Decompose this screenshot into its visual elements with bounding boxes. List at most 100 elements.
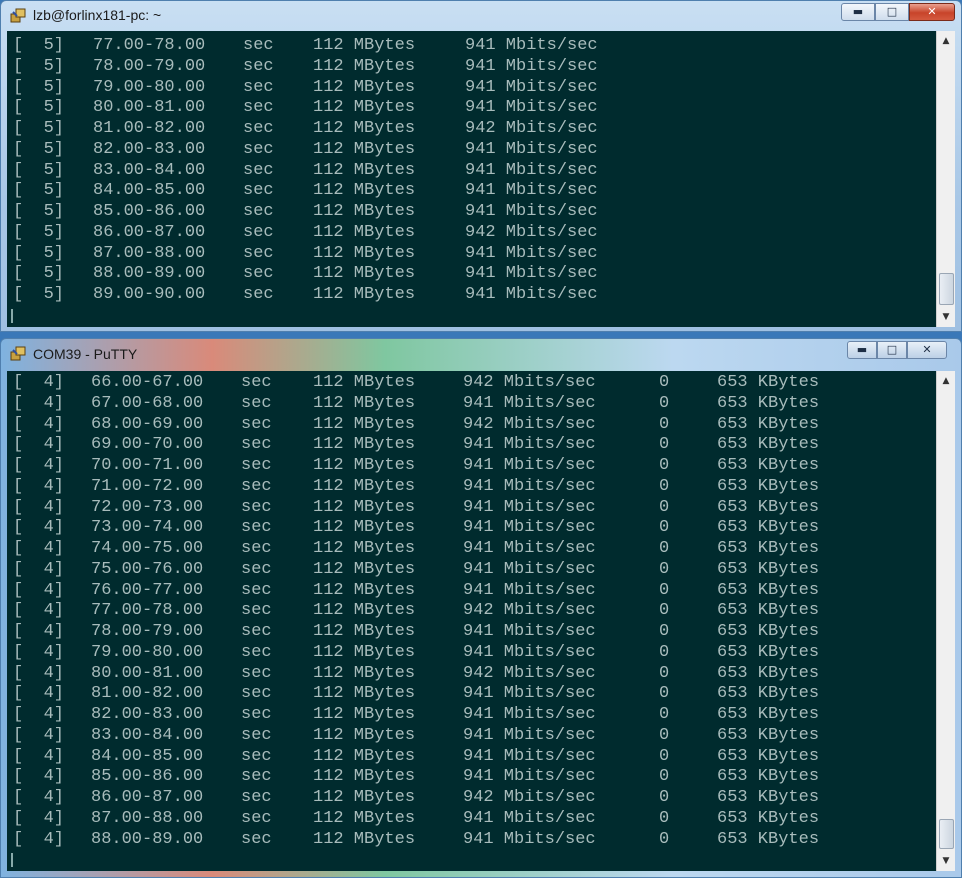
terminal-line: [ 5] 82.00-83.00 sec 112 MBytes 941 Mbits/se… [7, 140, 937, 161]
row-id: [ 5] [13, 139, 65, 159]
row-interval: 79.00-80.00 [93, 77, 206, 97]
row-cwnd: 653 KBytes [717, 497, 820, 517]
row-interval: 80.00-81.00 [93, 98, 206, 118]
row-bandwidth: 941 Mbits/sec [463, 393, 596, 413]
row-bandwidth: 942 Mbits/sec [463, 601, 596, 621]
terminal-output[interactable]: [ 4] 66.00-67.00 sec 112 MBytes 942 Mbits/se… [7, 371, 937, 871]
row-unit: sec [243, 264, 274, 284]
row-bandwidth: 941 Mbits/sec [465, 36, 598, 55]
row-transfer: 112 MBytes [313, 77, 416, 97]
terminal-window-lzb: lzb@forlinx181-pc: ~ ▬ □ ✕ [ 5] 77.00-78.… [0, 0, 962, 332]
cursor [11, 853, 13, 867]
row-id: [ 4] [13, 663, 65, 683]
row-transfer: 112 MBytes [313, 622, 416, 641]
row-bandwidth: 941 Mbits/sec [463, 456, 596, 475]
terminal-line: [ 4] 69.00-70.00 sec 112 MBytes 941 Mbits/se… [7, 435, 937, 456]
terminal-line: [ 4] 82.00-83.00 sec 112 MBytes 941 Mbits/se… [7, 705, 937, 726]
row-cwnd: 653 KBytes [717, 725, 820, 745]
row-interval: 75.00-76.00 [91, 559, 204, 579]
row-id: [ 4] [13, 808, 65, 828]
output-lines: [ 5] 77.00-78.00 sec 112 MBytes 941 Mbits/se… [7, 31, 937, 306]
row-transfer: 112 MBytes [313, 56, 416, 76]
title-bar[interactable]: lzb@forlinx181-pc: ~ ▬ □ ✕ [1, 1, 961, 31]
row-transfer: 112 MBytes [313, 476, 416, 496]
row-bandwidth: 941 Mbits/sec [463, 518, 596, 538]
row-transfer: 112 MBytes [313, 808, 416, 828]
row-interval: 67.00-68.00 [91, 393, 204, 413]
row-retr: 0 [659, 518, 670, 538]
row-bandwidth: 941 Mbits/sec [463, 622, 596, 641]
row-interval: 78.00-79.00 [93, 56, 206, 76]
row-id: [ 4] [13, 725, 65, 745]
row-retr: 0 [659, 788, 670, 807]
terminal-line: [ 4] 81.00-82.00 sec 112 MBytes 941 Mbits/se… [7, 684, 937, 705]
cursor [11, 309, 13, 323]
row-transfer: 112 MBytes [313, 393, 416, 413]
row-retr: 0 [659, 580, 670, 600]
vertical-scrollbar[interactable]: ▲ ▼ [936, 371, 955, 871]
row-id: [ 5] [13, 36, 65, 55]
row-interval: 74.00-75.00 [91, 539, 204, 558]
row-unit: sec [241, 476, 272, 496]
row-retr: 0 [659, 476, 670, 496]
row-id: [ 5] [13, 77, 65, 97]
close-button[interactable]: ✕ [909, 3, 955, 21]
title-bar[interactable]: COM39 - PuTTY ▬ □ ✕ [1, 339, 961, 369]
terminal-line: [ 4] 76.00-77.00 sec 112 MBytes 941 Mbits/se… [7, 581, 937, 602]
row-interval: 77.00-78.00 [91, 601, 204, 621]
terminal-line: [ 5] 77.00-78.00 sec 112 MBytes 941 Mbits/se… [7, 36, 937, 57]
terminal-line: [ 5] 87.00-88.00 sec 112 MBytes 941 Mbits/se… [7, 244, 937, 265]
terminal-output[interactable]: [ 5] 77.00-78.00 sec 112 MBytes 941 Mbits/se… [7, 31, 937, 327]
terminal-line: [ 5] 78.00-79.00 sec 112 MBytes 941 Mbits/se… [7, 57, 937, 78]
row-retr: 0 [659, 622, 670, 641]
row-bandwidth: 941 Mbits/sec [463, 559, 596, 579]
row-cwnd: 653 KBytes [717, 829, 820, 849]
scroll-up-arrow-icon[interactable]: ▲ [937, 373, 955, 389]
row-unit: sec [241, 725, 272, 745]
row-id: [ 4] [13, 497, 65, 517]
row-transfer: 112 MBytes [313, 746, 416, 766]
row-interval: 84.00-85.00 [93, 181, 206, 201]
row-bandwidth: 941 Mbits/sec [465, 243, 598, 263]
scroll-up-arrow-icon[interactable]: ▲ [937, 33, 955, 49]
row-interval: 66.00-67.00 [91, 373, 204, 392]
row-cwnd: 653 KBytes [717, 414, 820, 434]
row-interval: 81.00-82.00 [91, 684, 204, 704]
output-lines: [ 4] 66.00-67.00 sec 112 MBytes 942 Mbits/se… [7, 371, 937, 850]
maximize-button[interactable]: □ [875, 3, 909, 21]
row-unit: sec [241, 580, 272, 600]
row-bandwidth: 942 Mbits/sec [465, 119, 598, 138]
row-id: [ 4] [13, 435, 65, 455]
scroll-thumb[interactable] [939, 273, 954, 305]
row-transfer: 112 MBytes [313, 139, 416, 159]
row-bandwidth: 941 Mbits/sec [463, 808, 596, 828]
row-interval: 83.00-84.00 [91, 725, 204, 745]
row-transfer: 112 MBytes [313, 601, 416, 621]
row-bandwidth: 941 Mbits/sec [463, 746, 596, 766]
row-id: [ 4] [13, 373, 65, 392]
terminal-line: [ 4] 86.00-87.00 sec 112 MBytes 942 Mbits/se… [7, 788, 937, 809]
row-bandwidth: 942 Mbits/sec [463, 373, 596, 392]
scroll-down-arrow-icon[interactable]: ▼ [937, 309, 955, 325]
minimize-button[interactable]: ▬ [841, 3, 875, 21]
scroll-thumb[interactable] [939, 819, 954, 849]
row-retr: 0 [659, 808, 670, 828]
row-id: [ 4] [13, 684, 65, 704]
row-unit: sec [243, 160, 274, 180]
row-bandwidth: 941 Mbits/sec [463, 580, 596, 600]
minimize-button[interactable]: ▬ [847, 341, 877, 359]
scroll-down-arrow-icon[interactable]: ▼ [937, 853, 955, 869]
row-unit: sec [241, 746, 272, 766]
row-retr: 0 [659, 601, 670, 621]
row-unit: sec [241, 456, 272, 475]
row-retr: 0 [659, 373, 670, 392]
close-button[interactable]: ✕ [907, 341, 947, 359]
row-transfer: 112 MBytes [313, 539, 416, 558]
row-unit: sec [243, 98, 274, 118]
terminal-line: [ 5] 86.00-87.00 sec 112 MBytes 942 Mbits/se… [7, 223, 937, 244]
maximize-button[interactable]: □ [877, 341, 907, 359]
terminal-line: [ 4] 71.00-72.00 sec 112 MBytes 941 Mbits/se… [7, 477, 937, 498]
vertical-scrollbar[interactable]: ▲ ▼ [936, 31, 955, 327]
row-unit: sec [241, 808, 272, 828]
row-cwnd: 653 KBytes [717, 456, 820, 475]
